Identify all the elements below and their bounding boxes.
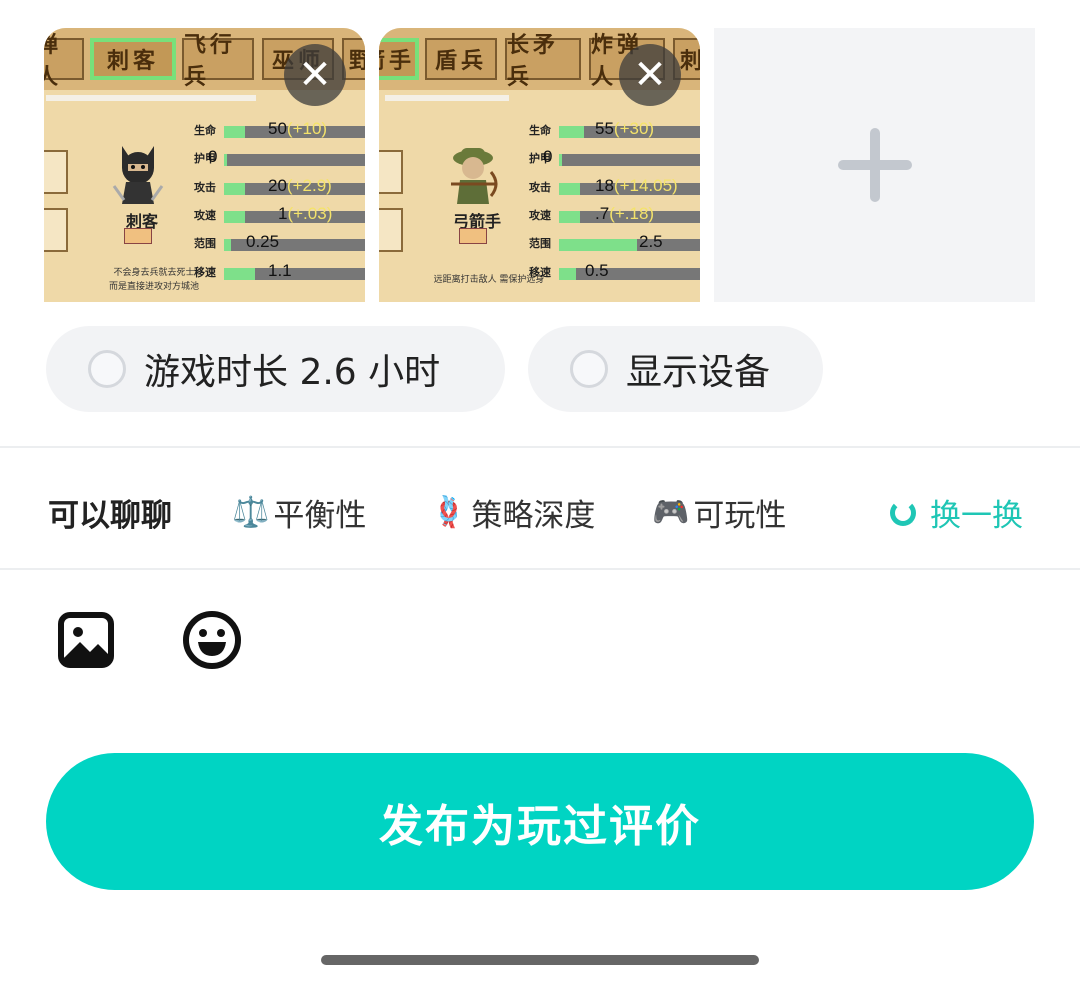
assassin-character-icon (112, 146, 164, 204)
game-tab: 弹人 (44, 32, 84, 90)
stat-row-armor: 护甲 0 (529, 147, 700, 168)
side-unit-icon (44, 150, 68, 194)
home-indicator[interactable] (321, 955, 759, 965)
stat-row-hp: 生命 55(+30) (529, 119, 700, 140)
stat-row-hp: 生命 50(+10) (194, 119, 365, 140)
stat-row-range: 范围 2.5 (529, 232, 700, 253)
show-device-label: 显示设备 (626, 352, 771, 393)
emoji-icon[interactable] (182, 610, 242, 670)
refresh-icon (890, 499, 916, 526)
remove-image-button[interactable]: ✕ (619, 44, 681, 106)
stat-row-attack: 攻击 18(+14.05) (529, 176, 700, 197)
knot-icon: 🪢 (430, 495, 468, 530)
topic-chip-playability[interactable]: 🎮 可玩性 (652, 490, 786, 535)
balance-scale-icon: ⚖️ (232, 495, 270, 530)
tab-scroll-indicator (46, 95, 256, 101)
side-unit-icon (44, 208, 68, 252)
refresh-topics-button[interactable]: 换一换 (890, 490, 1023, 535)
cost-badge (459, 228, 487, 244)
publish-review-button[interactable]: 发布为玩过评价 (46, 753, 1034, 890)
play-time-label: 游戏时长 2.6 小时 (144, 352, 441, 393)
side-unit-icon (379, 208, 403, 252)
tab-scroll-indicator (385, 95, 509, 101)
game-tab-selected: 刺客 (90, 38, 176, 80)
stat-row-move-speed: 移速 1.1 (194, 261, 365, 282)
archer-character-icon (451, 148, 498, 204)
remove-image-button[interactable]: ✕ (284, 44, 346, 106)
play-time-option[interactable]: 游戏时长 2.6 小时 (46, 326, 505, 412)
divider (0, 568, 1080, 570)
topic-title: 可以聊聊 (48, 498, 172, 534)
stat-row-attack-speed: 攻速 1(+.03) (194, 204, 365, 225)
topic-suggestions: 可以聊聊 ⚖️ 平衡性 🪢 策略深度 🎮 可玩性 换一换 (0, 450, 1080, 568)
cost-badge (124, 228, 152, 244)
stat-row-attack: 攻击 20(+2.9) (194, 176, 365, 197)
game-tab: 盾兵 (425, 38, 497, 80)
screenshot-thumbnail-2[interactable]: 箭手 盾兵 长矛兵 炸弹人 刺 弓箭手 远距离打击敌人 需保护远身 生命 55(… (379, 28, 700, 302)
stat-row-range: 范围 0.25 (194, 232, 365, 253)
game-tab: 飞行兵 (182, 32, 254, 90)
image-icon[interactable] (58, 612, 114, 668)
gamepad-icon: 🎮 (652, 495, 690, 530)
radio-circle-icon[interactable] (570, 350, 608, 388)
game-tab: 长矛兵 (505, 32, 581, 90)
screenshot-thumbnail-1[interactable]: 弹人 刺客 飞行兵 巫师 野 刺客 不会身去兵就去死士 而是直接进攻对方城池 生… (44, 28, 365, 302)
add-image-button[interactable] (714, 28, 1035, 302)
show-device-option[interactable]: 显示设备 (528, 326, 823, 412)
game-tab-selected: 箭手 (379, 38, 419, 80)
stat-row-move-speed: 移速 0.5 (529, 261, 700, 282)
divider (0, 446, 1080, 448)
topic-chip-strategy[interactable]: 🪢 策略深度 (430, 490, 595, 535)
topic-chip-balance[interactable]: ⚖️ 平衡性 (232, 490, 366, 535)
stat-row-armor: 护甲 0 (194, 147, 365, 168)
radio-circle-icon[interactable] (88, 350, 126, 388)
stat-row-attack-speed: 攻速 .7(+.18) (529, 204, 700, 225)
side-unit-icon (379, 150, 403, 194)
